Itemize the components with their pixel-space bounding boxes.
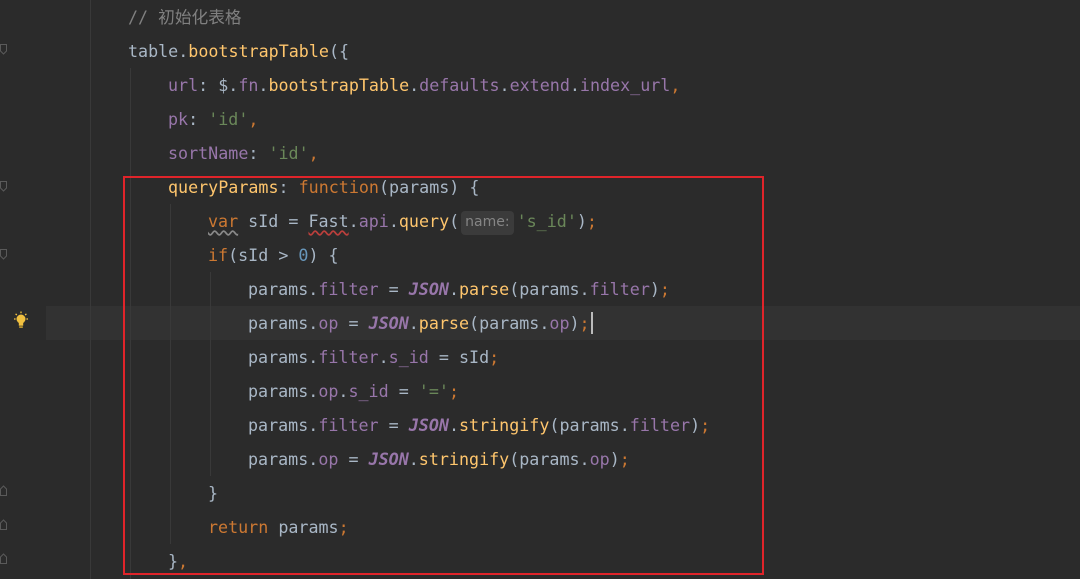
code-token: pk xyxy=(168,109,189,129)
code-line[interactable]: sortName: 'id', xyxy=(168,136,319,170)
code-token: ({ xyxy=(328,41,350,61)
code-token: index_url xyxy=(579,75,671,95)
code-token: defaults xyxy=(419,75,500,95)
code-token: extend xyxy=(509,75,570,95)
code-token: . xyxy=(499,75,510,95)
code-token: url xyxy=(168,75,199,95)
highlight-box xyxy=(123,176,764,575)
code-token: . xyxy=(569,75,580,95)
code-token: : xyxy=(248,143,269,163)
code-token: fn xyxy=(238,75,259,95)
code-token: 初始化表格 xyxy=(158,7,242,27)
code-token: , xyxy=(248,109,259,129)
code-token: . xyxy=(258,75,269,95)
code-token: : xyxy=(188,109,209,129)
code-token: bootstrapTable xyxy=(188,41,329,61)
code-token: : $. xyxy=(198,75,239,95)
code-token: , xyxy=(308,143,319,163)
code-token: sortName xyxy=(168,143,249,163)
code-token: 'id' xyxy=(268,143,309,163)
code-line[interactable]: // 初始化表格 xyxy=(128,0,242,34)
code-line[interactable]: table.bootstrapTable({ xyxy=(128,34,349,68)
code-line[interactable]: url: $.fn.bootstrapTable.defaults.extend… xyxy=(168,68,680,102)
code-token: . xyxy=(178,41,189,61)
code-token: , xyxy=(670,75,681,95)
code-token: . xyxy=(409,75,420,95)
code-token: bootstrapTable xyxy=(268,75,410,95)
code-token: 'id' xyxy=(208,109,249,129)
code-token: // xyxy=(128,7,159,27)
code-line[interactable]: pk: 'id', xyxy=(168,102,258,136)
code-token: table xyxy=(128,41,179,61)
